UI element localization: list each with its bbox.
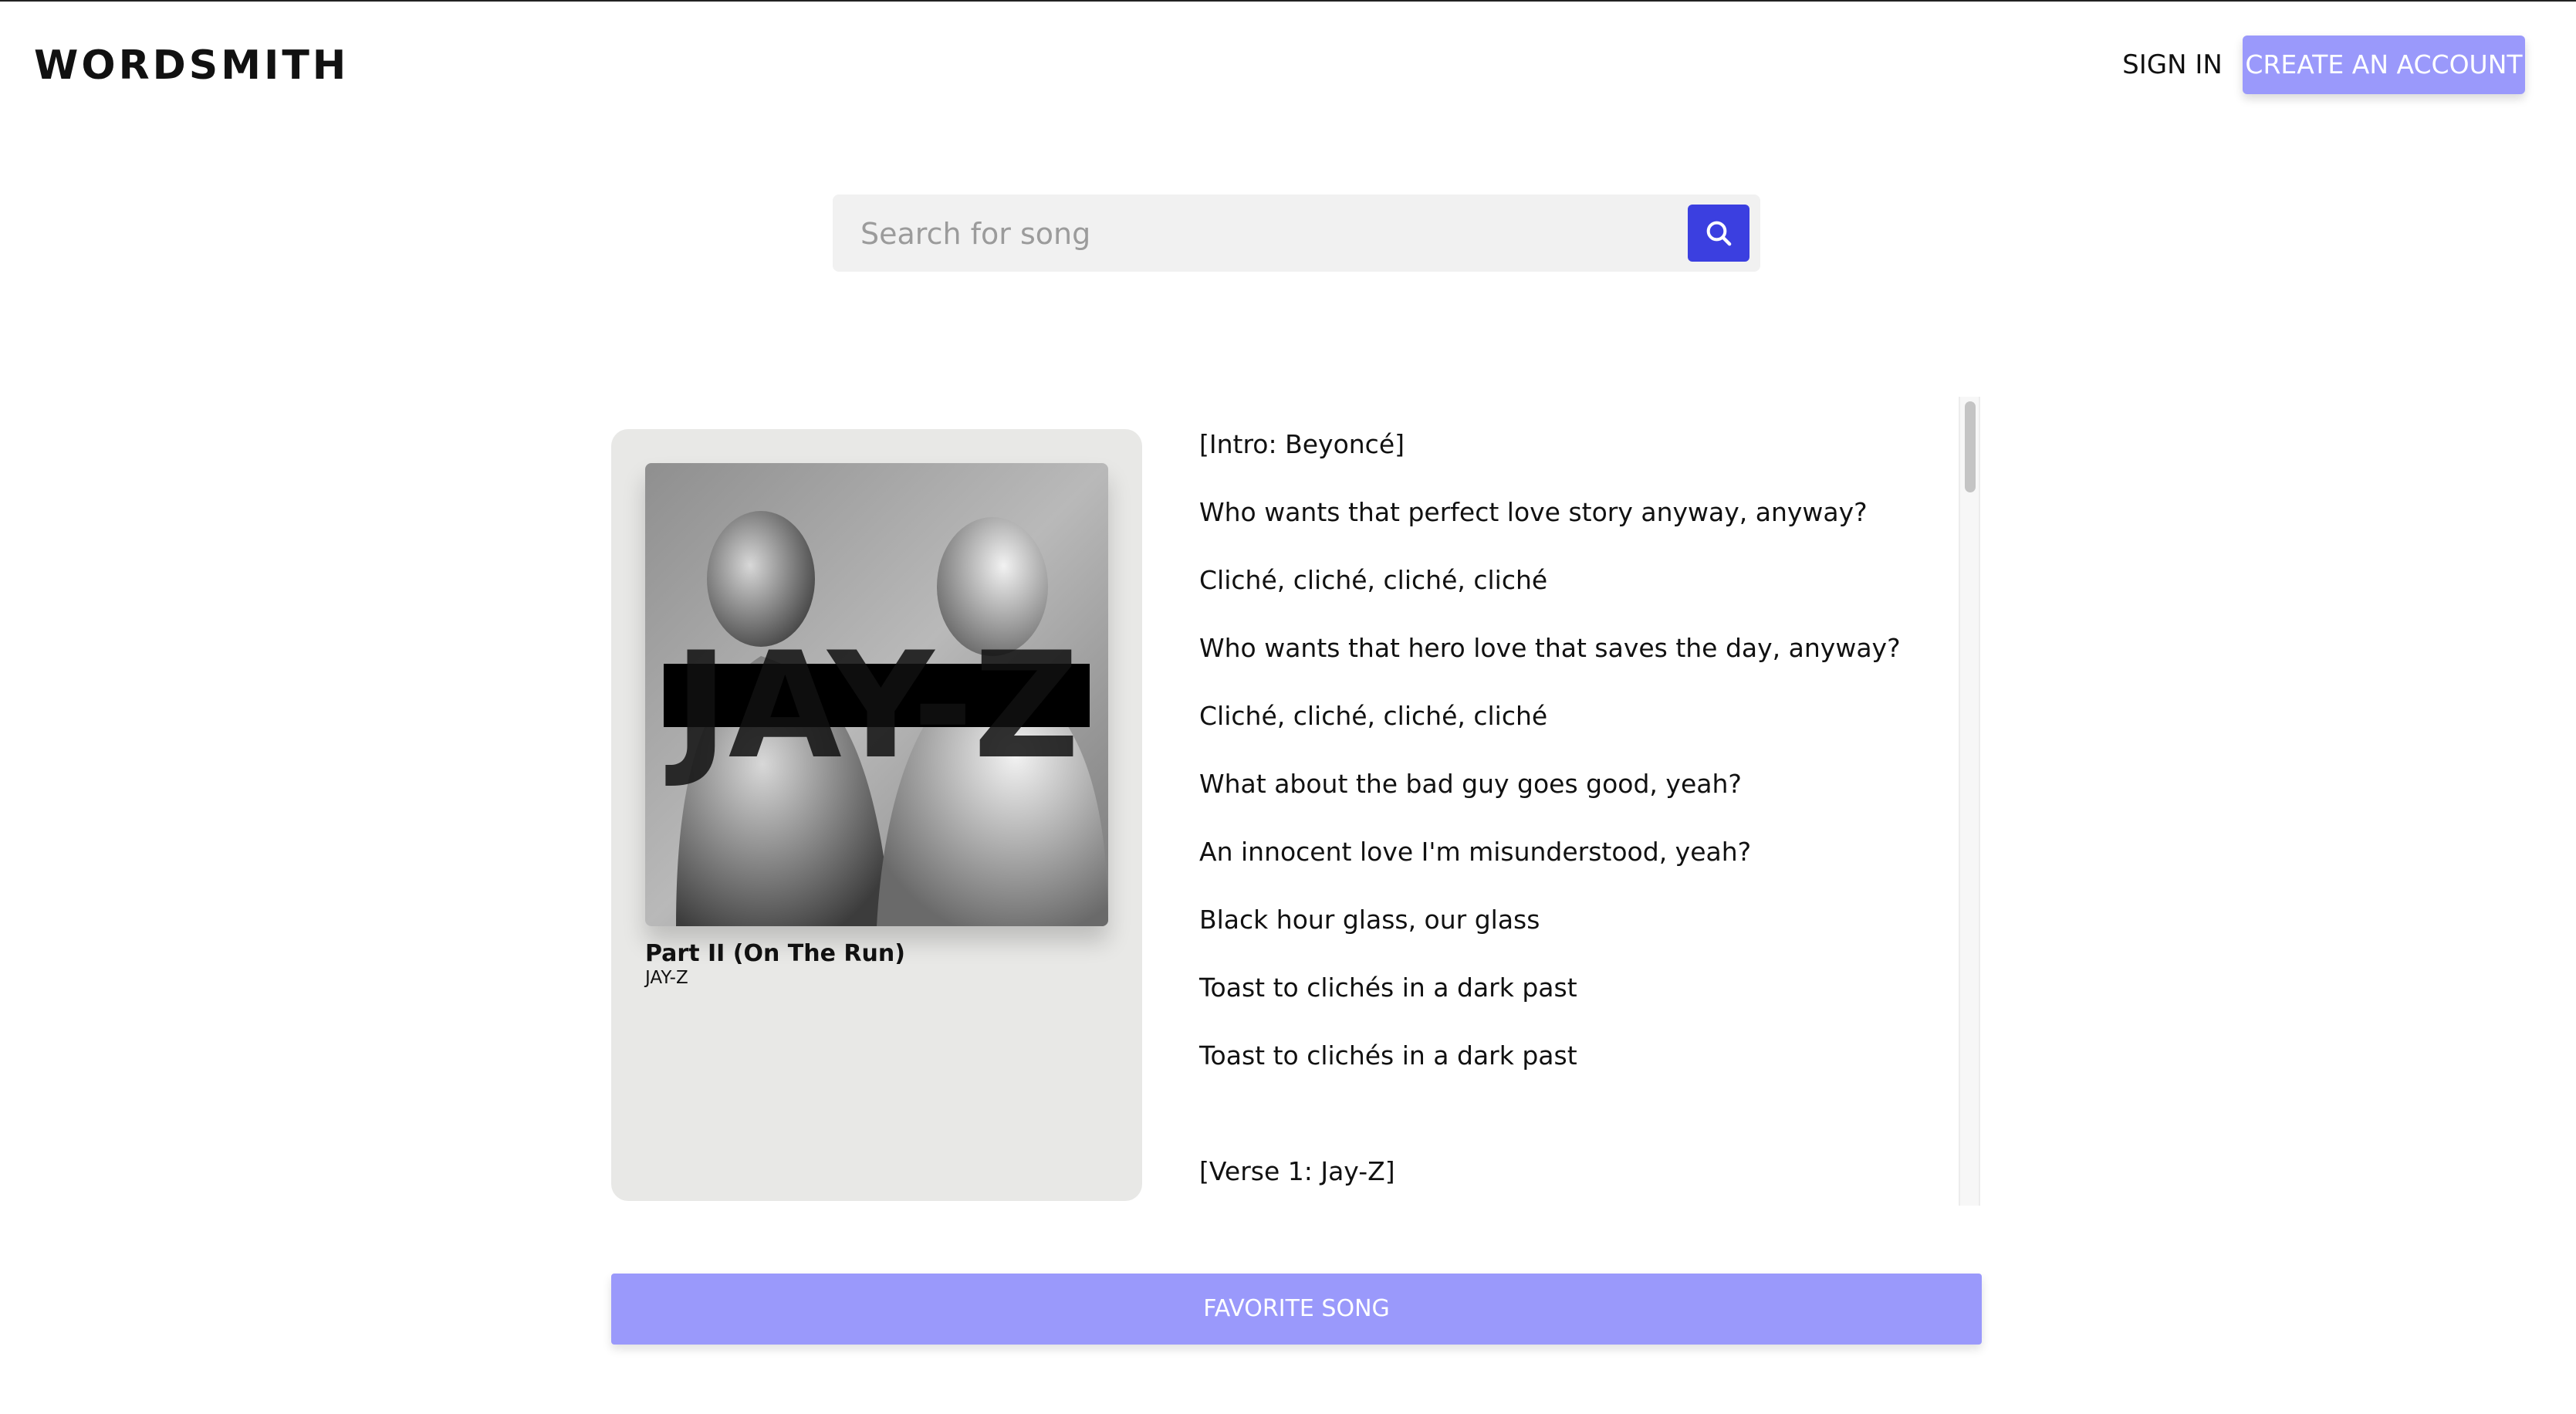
lyric-line: Black hour glass, our glass: [1199, 905, 1540, 935]
song-title: Part II (On The Run): [645, 940, 905, 967]
lyric-line: Cliché, cliché, cliché, cliché: [1199, 701, 1548, 731]
scrollbar-thumb[interactable]: [1965, 401, 1976, 492]
sign-in-link[interactable]: SIGN IN: [2091, 36, 2253, 94]
create-account-button[interactable]: CREATE AN ACCOUNT: [2243, 36, 2525, 94]
search-input[interactable]: [859, 195, 1665, 273]
lyric-line: [Intro: Beyoncé]: [1199, 429, 1405, 459]
album-cover: JAY-Z: [645, 463, 1108, 926]
search-button[interactable]: [1688, 205, 1749, 262]
brand-logo[interactable]: WORDSMITH: [34, 39, 349, 93]
lyric-line: Cliché, cliché, cliché, cliché: [1199, 565, 1548, 595]
lyrics-scrollbar[interactable]: [1959, 397, 1980, 1206]
song-artist: JAY-Z: [645, 968, 688, 988]
lyrics-panel[interactable]: [Intro: Beyoncé] Who wants that perfect …: [1171, 397, 1962, 1206]
search-bar: [833, 195, 1760, 273]
lyric-line: Toast to clichés in a dark past: [1199, 1040, 1577, 1071]
song-card: JAY-Z Part II (On The Run) JAY-Z: [611, 429, 1142, 1201]
lyric-line: Who wants that perfect love story anyway…: [1199, 497, 1868, 527]
lyric-line: What about the bad guy goes good, yeah?: [1199, 769, 1742, 799]
lyric-line: [Verse 1: Jay-Z]: [1199, 1156, 1395, 1186]
favorite-song-button[interactable]: FAVORITE SONG: [611, 1274, 1982, 1345]
lyric-line: Who wants that hero love that saves the …: [1199, 633, 1901, 663]
search-icon: [1706, 221, 1732, 246]
svg-text:JAY-Z: JAY-Z: [665, 621, 1080, 791]
lyric-line: Toast to clichés in a dark past: [1199, 973, 1577, 1003]
lyric-line: An innocent love I'm misunderstood, yeah…: [1199, 837, 1752, 867]
